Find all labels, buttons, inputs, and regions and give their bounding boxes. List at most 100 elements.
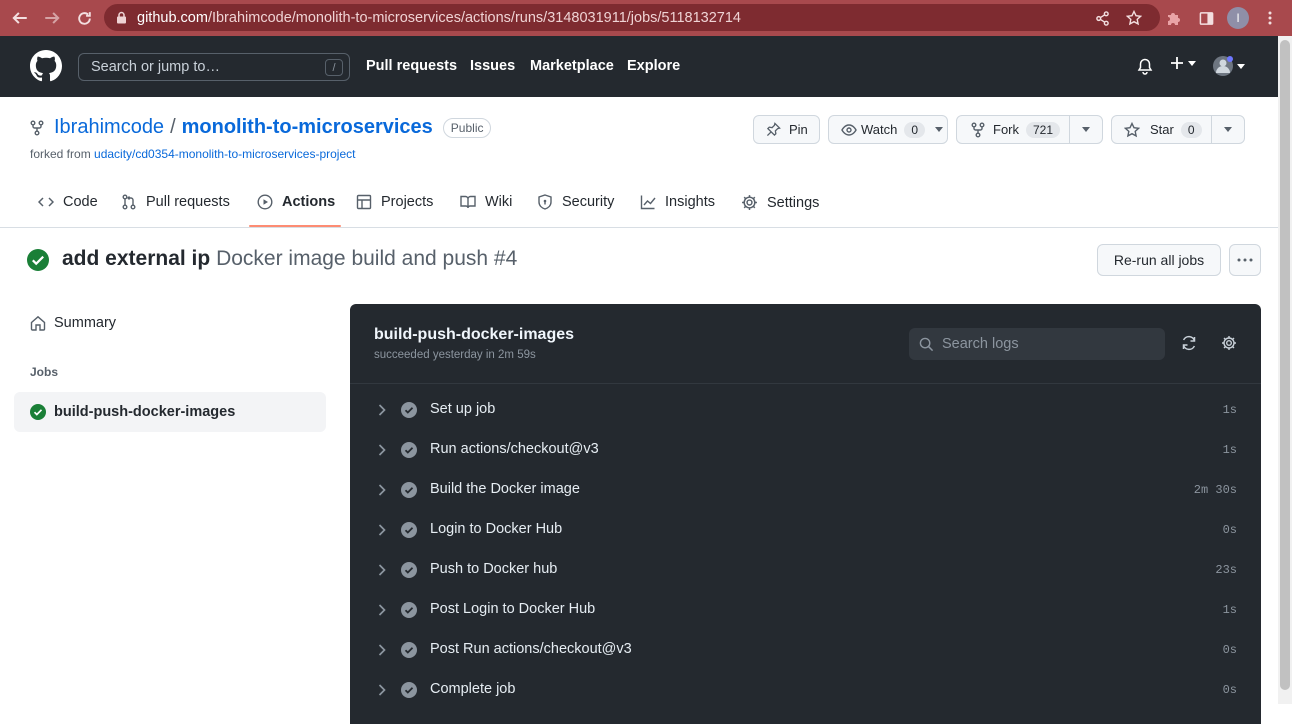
- back-button[interactable]: [4, 2, 36, 34]
- side-panel-button[interactable]: [1192, 4, 1220, 32]
- chevron-right-icon: [378, 524, 386, 536]
- fork-dropdown-button[interactable]: [1070, 116, 1102, 143]
- page-scrollbar[interactable]: [1278, 36, 1292, 704]
- step-row[interactable]: Run actions/checkout@v3 1s: [350, 430, 1261, 470]
- run-title: add external ip Docker image build and p…: [62, 247, 517, 271]
- nav-marketplace[interactable]: Marketplace: [530, 58, 614, 74]
- bell-icon[interactable]: [1137, 58, 1153, 75]
- address-bar[interactable]: github.com/Ibrahimcode/monolith-to-micro…: [104, 4, 1160, 31]
- forked-from-link[interactable]: udacity/cd0354-monolith-to-microservices…: [94, 147, 355, 161]
- rerun-all-jobs-button[interactable]: Re-run all jobs: [1097, 244, 1221, 276]
- step-row[interactable]: Build the Docker image 2m 30s: [350, 470, 1261, 510]
- tab-insights[interactable]: Insights: [640, 194, 715, 210]
- table-icon: [356, 194, 372, 210]
- step-name: Set up job: [430, 401, 496, 417]
- chevron-right-icon: [378, 604, 386, 616]
- nav-explore[interactable]: Explore: [627, 58, 680, 74]
- step-name: Post Run actions/checkout@v3: [430, 641, 632, 657]
- tab-security[interactable]: Security: [537, 194, 614, 210]
- refresh-icon[interactable]: [1181, 335, 1197, 351]
- search-logs-input[interactable]: Search logs: [909, 328, 1165, 360]
- step-duration: 1s: [1222, 603, 1237, 617]
- repo-title: Ibrahimcode / monolith-to-microservices …: [30, 116, 492, 139]
- star-button[interactable]: Star 0: [1112, 116, 1211, 143]
- forward-button[interactable]: [36, 2, 68, 34]
- caret-down-icon: [1082, 127, 1091, 132]
- sidebar-job-item[interactable]: build-push-docker-images: [14, 392, 326, 432]
- watch-button[interactable]: Watch 0: [828, 115, 948, 144]
- reload-button[interactable]: [68, 2, 100, 34]
- tab-label: Security: [562, 194, 615, 210]
- reload-icon: [77, 11, 91, 25]
- summary-label: Summary: [54, 315, 117, 331]
- tab-actions[interactable]: Actions: [257, 194, 335, 210]
- tab-label: Code: [63, 194, 98, 210]
- step-name: Login to Docker Hub: [430, 521, 563, 537]
- star-dropdown-button[interactable]: [1212, 116, 1244, 143]
- repo-owner-link[interactable]: Ibrahimcode: [54, 116, 164, 139]
- job-label: build-push-docker-images: [54, 404, 236, 420]
- eye-icon: [841, 123, 857, 136]
- step-row[interactable]: Post Run actions/checkout@v3 0s: [350, 630, 1261, 670]
- repo-nav: Code Pull requests Actions Projects Wiki…: [0, 184, 1278, 228]
- step-row[interactable]: Login to Docker Hub 0s: [350, 510, 1261, 550]
- tab-label: Pull requests: [146, 194, 230, 210]
- shield-icon: [538, 194, 552, 210]
- search-icon: [919, 337, 934, 351]
- chevron-right-icon: [378, 644, 386, 656]
- gear-icon[interactable]: [1221, 335, 1237, 351]
- pin-label: Pin: [789, 122, 808, 137]
- kebab-horizontal-icon: [1237, 258, 1253, 262]
- share-icon: [1095, 10, 1109, 26]
- share-button[interactable]: [1088, 4, 1116, 32]
- summary-link[interactable]: Summary: [30, 315, 116, 331]
- step-row[interactable]: Post Login to Docker Hub 1s: [350, 590, 1261, 630]
- tab-settings[interactable]: Settings: [741, 194, 819, 211]
- pin-button[interactable]: Pin: [753, 115, 820, 144]
- global-search-input[interactable]: Search or jump to… /: [78, 53, 350, 81]
- star-button-group: Star 0: [1111, 115, 1245, 144]
- nav-pull-requests[interactable]: Pull requests: [366, 58, 457, 74]
- step-name: Complete job: [430, 681, 516, 697]
- more-options-button[interactable]: [1229, 244, 1261, 276]
- divider: [350, 383, 1261, 384]
- step-row[interactable]: Set up job 1s: [350, 390, 1261, 430]
- active-tab-indicator: [249, 225, 341, 227]
- check-circle-icon: [401, 602, 417, 618]
- fork-count: 721: [1026, 121, 1061, 138]
- tab-wiki[interactable]: Wiki: [460, 194, 512, 210]
- profile-avatar[interactable]: I: [1227, 7, 1249, 29]
- tab-label: Settings: [767, 194, 820, 211]
- tab-pull-requests[interactable]: Pull requests: [121, 194, 230, 210]
- caret-down-icon: [1224, 127, 1233, 132]
- extensions-button[interactable]: [1160, 4, 1188, 32]
- step-name: Run actions/checkout@v3: [430, 441, 599, 457]
- user-menu-button[interactable]: [1212, 55, 1245, 77]
- step-row[interactable]: Complete job 0s: [350, 670, 1261, 710]
- repo-name-link[interactable]: monolith-to-microservices: [182, 116, 433, 139]
- tab-projects[interactable]: Projects: [356, 194, 433, 210]
- check-circle-icon: [401, 442, 417, 458]
- caret-down-icon: [1188, 60, 1196, 66]
- scrollbar-thumb[interactable]: [1280, 40, 1290, 690]
- step-row[interactable]: Push to Docker hub 23s: [350, 550, 1261, 590]
- step-duration: 23s: [1215, 563, 1237, 577]
- browser-menu-button[interactable]: [1256, 4, 1284, 32]
- star-label: Star: [1150, 122, 1174, 137]
- github-logo-icon[interactable]: [30, 50, 62, 82]
- step-duration: 1s: [1222, 443, 1237, 457]
- kebab-menu-icon: [1268, 11, 1272, 25]
- create-new-button[interactable]: [1170, 56, 1196, 70]
- search-placeholder: Search or jump to…: [91, 59, 220, 75]
- pull-request-icon: [122, 194, 136, 210]
- nav-issues[interactable]: Issues: [470, 58, 515, 74]
- caret-down-icon: [935, 127, 944, 132]
- step-name: Push to Docker hub: [430, 561, 558, 577]
- fork-button[interactable]: Fork 721: [957, 116, 1069, 143]
- tab-label: Insights: [665, 194, 715, 210]
- job-name: build-push-docker-images: [374, 326, 575, 343]
- step-duration: 1s: [1222, 403, 1237, 417]
- bookmark-button[interactable]: [1120, 4, 1148, 32]
- tab-code[interactable]: Code: [38, 194, 98, 210]
- step-duration: 2m 30s: [1193, 483, 1237, 497]
